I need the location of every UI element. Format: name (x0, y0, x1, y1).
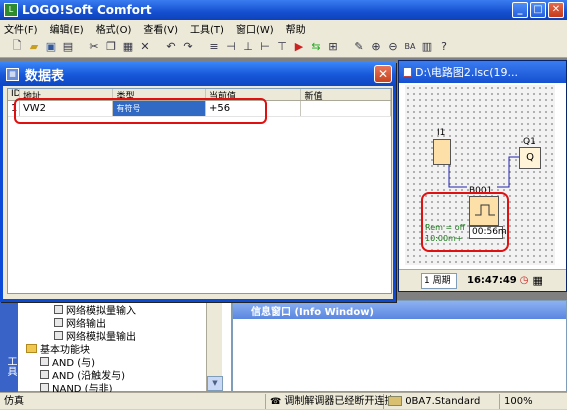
status-device: 0BA7.Standard (384, 393, 500, 409)
circuit-title-bar: D:\电路图2.lsc(19... (399, 61, 566, 83)
split-icon[interactable]: ⊤ (275, 40, 289, 54)
cell-new[interactable] (301, 101, 391, 116)
menu-edit[interactable]: 编辑(E) (50, 21, 84, 36)
minimize-button[interactable]: _ (512, 2, 528, 18)
logo-app-icon: L (4, 3, 18, 17)
timer-highlight (421, 192, 509, 252)
document-icon (403, 67, 412, 77)
tools-tab[interactable]: 工具 (0, 300, 18, 392)
table-icon: ▦ (6, 67, 19, 81)
block-icon (54, 318, 63, 327)
cut-icon[interactable]: ✂ (87, 40, 101, 54)
undo-icon[interactable]: ↶ (164, 40, 178, 54)
info-title-bar: 信息窗口 (Info Window) (233, 301, 566, 319)
circuit-title: D:\电路图2.lsc(19... (415, 66, 518, 79)
pencil-icon[interactable]: ✎ (352, 40, 366, 54)
new-icon[interactable]: 🗋 (10, 39, 24, 54)
app-title-bar: L LOGO!Soft Comfort _ □ ✕ (0, 0, 567, 20)
clock-icon[interactable]: ◷ (520, 275, 529, 286)
align-icon[interactable]: ≡ (207, 40, 221, 54)
status-connection: ☎ 调制解调器已经断开连接 (266, 393, 394, 409)
maximize-button[interactable]: □ (530, 2, 546, 18)
menu-bar: 文件(F) 编辑(E) 格式(O) 查看(V) 工具(T) 窗口(W) 帮助 (0, 20, 567, 36)
delete-icon[interactable]: ✕ (138, 40, 152, 54)
status-zoom: 100% (504, 395, 533, 407)
copy-icon[interactable]: ❐ (104, 40, 118, 54)
col-new[interactable]: 新值 (301, 89, 391, 100)
info-window: 信息窗口 (Info Window) (232, 300, 567, 392)
menu-format[interactable]: 格式(O) (96, 21, 132, 36)
block-icon (40, 383, 49, 392)
open-icon[interactable]: ▰ (27, 40, 41, 54)
block-icon (40, 357, 49, 366)
table-icon[interactable]: ▦ (532, 274, 542, 287)
zoom-in-icon[interactable]: ⊕ (369, 40, 383, 54)
menu-window[interactable]: 窗口(W) (236, 21, 274, 36)
output-label: Q1 (523, 137, 536, 147)
scroll-down-icon[interactable]: ▼ (207, 376, 223, 391)
toolbar: 🗋 ▰ ▣ ▤ ✂ ❐ ▦ ✕ ↶ ↷ ≡ ⊣ ⊥ ⊢ ⊤ ▶ ⇆ ⊞ ✎ ⊕ … (0, 36, 567, 58)
zoom-out-icon[interactable]: ⊖ (386, 40, 400, 54)
status-mode: 仿真 (0, 393, 266, 409)
input-block[interactable] (433, 139, 451, 165)
close-button[interactable]: ✕ (548, 2, 564, 18)
app-title: LOGO!Soft Comfort (22, 3, 152, 17)
paste-icon[interactable]: ▦ (121, 40, 135, 54)
sim-clock: 16:47:49 (467, 275, 517, 286)
contact-icon[interactable]: ⊥ (241, 40, 255, 54)
status-bar: 仿真 ☎ 调制解调器已经断开连接 0BA7.Standard 100% (0, 392, 567, 409)
device-icon (388, 395, 402, 406)
menu-help[interactable]: 帮助 (286, 21, 306, 36)
output-block[interactable]: Q (519, 147, 541, 169)
wire-icon[interactable]: ⊢ (258, 40, 272, 54)
window-controls: _ □ ✕ (512, 2, 564, 18)
grid-icon[interactable]: ⊞ (326, 40, 340, 54)
cycle-select[interactable]: 1 周期 (421, 272, 457, 289)
menu-file[interactable]: 文件(F) (4, 21, 38, 36)
block-icon (40, 370, 49, 379)
simulation-bar: 1 周期 16:47:49 ◷ ▦ (399, 269, 566, 291)
dialog-close-button[interactable]: ✕ (374, 65, 392, 83)
menu-view[interactable]: 查看(V) (143, 21, 178, 36)
simulation-icon[interactable]: ▶ (292, 40, 306, 54)
circuit-window: D:\电路图2.lsc(19... I1 Q1 Q B001 Rem = off… (398, 60, 567, 292)
save-icon[interactable]: ▣ (44, 40, 58, 54)
connector-icon[interactable]: ⊣ (224, 40, 238, 54)
input-label: I1 (437, 128, 446, 138)
module-icon[interactable]: ▥ (420, 40, 434, 54)
block-icon (54, 305, 63, 314)
folder-icon (26, 344, 37, 353)
print-icon[interactable]: ▤ (61, 40, 75, 54)
transfer-icon[interactable]: ⇆ (309, 40, 323, 54)
dialog-title-bar: ▦ 数据表 ✕ (0, 62, 396, 86)
info-title: 信息窗口 (Info Window) (251, 306, 375, 318)
row-highlight (14, 98, 267, 124)
circuit-canvas[interactable]: I1 Q1 Q B001 Rem = off 10:00m+ 00:56m (405, 85, 555, 265)
ba-icon[interactable]: BA (403, 40, 417, 54)
tree-scrollbar[interactable]: ▼ (206, 301, 223, 391)
redo-icon[interactable]: ↷ (181, 40, 195, 54)
modem-icon: ☎ (270, 396, 282, 407)
block-icon (54, 331, 63, 340)
dialog-title: 数据表 (25, 68, 65, 84)
menu-tools[interactable]: 工具(T) (190, 21, 224, 36)
help-icon[interactable]: ? (437, 40, 451, 54)
